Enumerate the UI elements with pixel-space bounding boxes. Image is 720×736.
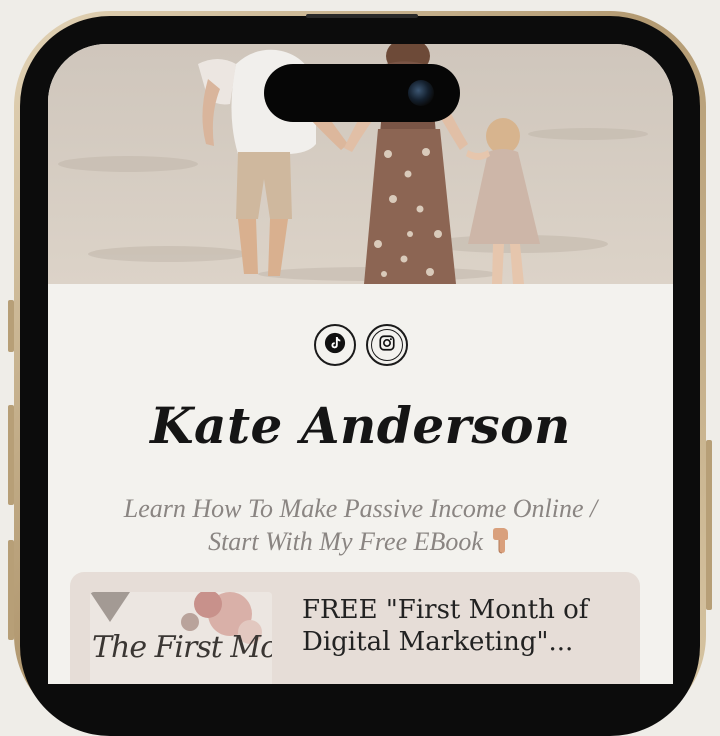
ebook-cover-text: The First Month (92, 630, 272, 665)
profile-name: Kate Anderson (150, 396, 571, 455)
dynamic-island (264, 64, 460, 122)
phone-screen: Kate Anderson Learn How To Make Passive … (48, 44, 673, 684)
link-card-title: FREE "First Month of Digital Marketing".… (302, 595, 589, 657)
tiktok-button[interactable] (313, 324, 356, 366)
tiktok-icon (324, 332, 346, 359)
link-card-ebook[interactable]: The First Month FREE "First Month of Dig… (70, 572, 640, 684)
side-button-power (706, 440, 712, 610)
bio-line-2: Start With My Free EBook (208, 527, 483, 556)
side-button-volume-down (8, 540, 14, 640)
ebook-cover-image: The First Month (90, 592, 272, 684)
profile-bio: Learn How To Make Passive Income Online … (78, 492, 643, 562)
side-button-volume-up (8, 405, 14, 505)
bio-line-1: Learn How To Make Passive Income Online … (123, 494, 598, 523)
side-button-action (8, 300, 14, 352)
social-links (48, 324, 673, 366)
instagram-icon (378, 334, 396, 357)
pointing-down-icon (489, 526, 513, 562)
earpiece-speaker (306, 14, 418, 18)
camera-lens-icon (408, 80, 434, 106)
instagram-ring (370, 329, 403, 361)
instagram-button[interactable] (365, 324, 408, 366)
